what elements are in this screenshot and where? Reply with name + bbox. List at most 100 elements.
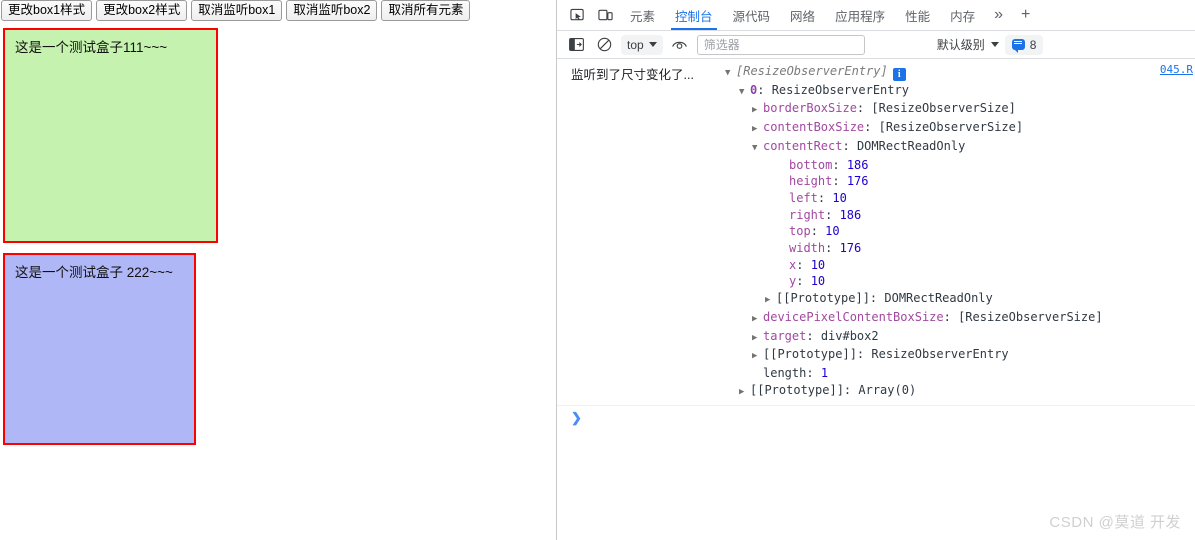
devtools-tabstrip: 元素 控制台 源代码 网络 应用程序 性能 内存 » +: [557, 0, 1195, 31]
tab-3[interactable]: 源代码: [723, 0, 781, 30]
tree-node[interactable]: [[Prototype]]: DOMRectReadOnly: [725, 290, 1195, 309]
tree-node-separator: :: [796, 274, 811, 289]
tree-node-value: ResizeObserverEntry: [771, 82, 909, 97]
object-tree-root[interactable]: [ResizeObserverEntry] i: [725, 63, 1195, 82]
devtools-panel: 元素 控制台 源代码 网络 应用程序 性能 内存 » + top 筛选器 默认级…: [557, 0, 1195, 540]
tree-node[interactable]: [[Prototype]]: Array(0): [725, 382, 1195, 401]
speech-bubble-icon: [1011, 39, 1025, 53]
tree-node[interactable]: devicePixelContentBoxSize: [ResizeObserv…: [725, 309, 1195, 328]
tree-node-value: 10: [810, 274, 826, 289]
tree-node-key: length: [763, 365, 807, 380]
tree-node[interactable]: width: 176: [725, 240, 1195, 257]
inspect-element-icon[interactable]: [564, 3, 590, 27]
execution-context-select[interactable]: top: [621, 34, 663, 55]
tree-node-key: left: [789, 190, 818, 205]
tree-node[interactable]: length: 1: [725, 365, 1195, 382]
add-tab-icon[interactable]: +: [1012, 0, 1039, 30]
more-tabs-icon[interactable]: »: [985, 0, 1012, 30]
tree-node[interactable]: y: 10: [725, 273, 1195, 290]
disclosure-triangle-icon[interactable]: [752, 102, 763, 119]
tree-node[interactable]: contentBoxSize: [ResizeObserverSize]: [725, 119, 1195, 138]
tab-6[interactable]: 性能: [895, 0, 940, 30]
console-prompt-input[interactable]: [587, 411, 1195, 428]
chevron-down-icon: [648, 42, 657, 47]
clear-console-icon[interactable]: [593, 35, 615, 55]
tab-2[interactable]: 控制台: [665, 0, 723, 30]
disclosure-triangle-icon[interactable]: [752, 121, 763, 138]
console-prompt-row[interactable]: ❯: [557, 406, 1195, 430]
tree-node-value: [ResizeObserverSize]: [958, 309, 1103, 324]
tree-node-value: 1: [820, 365, 829, 380]
tree-node-key: [[Prototype]]: [763, 347, 857, 362]
change-box2-style-button[interactable]: 更改box2样式: [96, 0, 188, 21]
tree-node[interactable]: [[Prototype]]: ResizeObserverEntry: [725, 346, 1195, 365]
tree-node[interactable]: bottom: 186: [725, 157, 1195, 174]
disclosure-triangle-icon[interactable]: [752, 330, 763, 347]
disclosure-triangle-icon[interactable]: [752, 348, 763, 365]
tree-node-value: 176: [846, 174, 869, 189]
tree-node-key: width: [789, 241, 826, 256]
tree-node-value: Array(0): [858, 382, 917, 397]
tree-node[interactable]: height: 176: [725, 173, 1195, 190]
tree-node-value: ResizeObserverEntry: [871, 347, 1009, 362]
disclosure-triangle-icon[interactable]: [739, 84, 750, 101]
message-count-value: 8: [1029, 37, 1037, 52]
disclosure-triangle-icon[interactable]: [739, 384, 750, 401]
chevron-down-icon: [990, 42, 999, 47]
tree-node-key: [[Prototype]]: [776, 291, 870, 306]
change-box1-style-button[interactable]: 更改box1样式: [1, 0, 93, 21]
tree-node-separator: :: [810, 224, 826, 239]
tree-node-separator: :: [806, 328, 821, 343]
unobserve-box2-button[interactable]: 取消监听box2: [286, 0, 378, 21]
tree-node-key: contentBoxSize: [763, 120, 865, 135]
tree-node-separator: :: [832, 174, 847, 189]
tree-node[interactable]: right: 186: [725, 207, 1195, 224]
tree-node[interactable]: x: 10: [725, 257, 1195, 274]
log-level-select[interactable]: 默认级别: [937, 36, 999, 53]
tree-node[interactable]: top: 10: [725, 223, 1195, 240]
tree-node-key: borderBoxSize: [763, 101, 857, 116]
console-message-label: 监听到了尺寸变化了...: [571, 68, 694, 82]
tree-node-separator: :: [825, 241, 840, 256]
execution-context-value: top: [627, 37, 644, 52]
disclosure-triangle-icon[interactable]: [765, 292, 776, 309]
test-box-2-text: 这是一个测试盒子 222~~~: [15, 265, 173, 280]
device-toolbar-icon[interactable]: [592, 3, 618, 27]
message-count-badge[interactable]: 8: [1004, 34, 1044, 55]
page-button-bar: 更改box1样式 更改box2样式 取消监听box1 取消监听box2 取消所有元素: [0, 0, 471, 22]
tab-4[interactable]: 网络: [780, 0, 825, 30]
tree-node[interactable]: contentRect: DOMRectReadOnly: [725, 138, 1195, 157]
disclosure-triangle-icon[interactable]: [752, 311, 763, 328]
tree-node-separator: :: [842, 138, 857, 153]
console-message[interactable]: 监听到了尺寸变化了... 045.R [ResizeObserverEntry]…: [557, 59, 1195, 407]
tab-7[interactable]: 内存: [940, 0, 985, 30]
console-output[interactable]: 监听到了尺寸变化了... 045.R [ResizeObserverEntry]…: [557, 59, 1195, 540]
console-source-link[interactable]: 045.R: [1160, 63, 1193, 76]
tab-1[interactable]: 元素: [620, 0, 665, 30]
tree-node-separator: :: [832, 157, 847, 172]
prompt-chevron-icon: ❯: [571, 410, 582, 426]
tree-node-separator: :: [864, 120, 879, 135]
tree-node[interactable]: left: 10: [725, 190, 1195, 207]
tab-5[interactable]: 应用程序: [825, 0, 895, 30]
info-icon: i: [892, 68, 906, 81]
disclosure-triangle-icon[interactable]: [725, 65, 736, 82]
tree-node[interactable]: 0: ResizeObserverEntry: [725, 82, 1195, 101]
tree-node-value: 10: [825, 224, 840, 239]
console-sidebar-icon[interactable]: [565, 35, 587, 55]
disclosure-triangle-icon[interactable]: [752, 140, 763, 157]
tree-node-value: 10: [832, 190, 847, 205]
tree-node-separator: :: [806, 365, 821, 380]
tree-node[interactable]: borderBoxSize: [ResizeObserverSize]: [725, 100, 1195, 119]
devtools-tab-list: 元素 控制台 源代码 网络 应用程序 性能 内存: [620, 0, 985, 30]
live-expression-icon[interactable]: [669, 35, 691, 55]
tree-node-key: right: [789, 207, 826, 222]
tree-node-key: height: [789, 174, 833, 189]
tree-node-value: 10: [810, 257, 826, 272]
object-preview: [ResizeObserverEntry]: [736, 64, 888, 78]
unobserve-box1-button[interactable]: 取消监听box1: [191, 0, 283, 21]
disconnect-all-button[interactable]: 取消所有元素: [381, 0, 471, 21]
console-filter-input[interactable]: [696, 34, 865, 55]
tree-node-key: bottom: [789, 157, 833, 172]
tree-node[interactable]: target: div#box2: [725, 328, 1195, 347]
